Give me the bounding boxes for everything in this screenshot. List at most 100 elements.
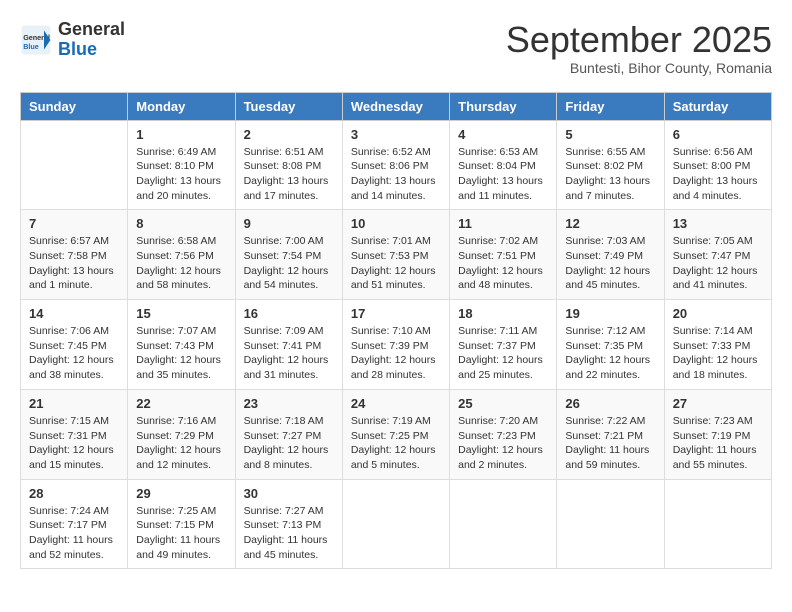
day-number: 6 xyxy=(673,127,763,142)
day-info: Sunrise: 7:19 AM Sunset: 7:25 PM Dayligh… xyxy=(351,414,441,473)
title-block: September 2025 Buntesti, Bihor County, R… xyxy=(506,20,772,76)
day-number: 13 xyxy=(673,216,763,231)
calendar-cell: 25 Sunrise: 7:20 AM Sunset: 7:23 PM Dayli… xyxy=(450,389,557,479)
day-number: 15 xyxy=(136,306,226,321)
calendar-cell: 27 Sunrise: 7:23 AM Sunset: 7:19 PM Dayli… xyxy=(664,389,771,479)
calendar-cell xyxy=(450,479,557,569)
day-info: Sunrise: 7:03 AM Sunset: 7:49 PM Dayligh… xyxy=(565,234,655,293)
calendar-header-sunday: Sunday xyxy=(21,92,128,120)
day-number: 18 xyxy=(458,306,548,321)
calendar-body: 1 Sunrise: 6:49 AM Sunset: 8:10 PM Daylig… xyxy=(21,120,772,569)
calendar-cell: 20Sunrise: 7:14 AM Sunset: 7:33 PM Dayli… xyxy=(664,300,771,390)
day-number: 17 xyxy=(351,306,441,321)
day-info: Sunrise: 7:20 AM Sunset: 7:23 PM Dayligh… xyxy=(458,414,548,473)
day-info: Sunrise: 7:00 AM Sunset: 7:54 PM Dayligh… xyxy=(244,234,334,293)
calendar-cell: 22 Sunrise: 7:16 AM Sunset: 7:29 PM Dayli… xyxy=(128,389,235,479)
day-info: Sunrise: 7:23 AM Sunset: 7:19 PM Dayligh… xyxy=(673,414,763,473)
day-number: 29 xyxy=(136,486,226,501)
day-info: Sunrise: 7:24 AM Sunset: 7:17 PM Dayligh… xyxy=(29,504,119,563)
calendar-cell: 3Sunrise: 6:52 AM Sunset: 8:06 PM Daylig… xyxy=(342,120,449,210)
day-number: 1 xyxy=(136,127,226,142)
day-number: 21 xyxy=(29,396,119,411)
calendar-header-thursday: Thursday xyxy=(450,92,557,120)
day-info: Sunrise: 7:16 AM Sunset: 7:29 PM Dayligh… xyxy=(136,414,226,473)
day-number: 9 xyxy=(244,216,334,231)
calendar-cell: 19Sunrise: 7:12 AM Sunset: 7:35 PM Dayli… xyxy=(557,300,664,390)
calendar-cell: 11 Sunrise: 7:02 AM Sunset: 7:51 PM Dayli… xyxy=(450,210,557,300)
day-info: Sunrise: 7:02 AM Sunset: 7:51 PM Dayligh… xyxy=(458,234,548,293)
day-number: 5 xyxy=(565,127,655,142)
calendar-cell: 8Sunrise: 6:58 AM Sunset: 7:56 PM Daylig… xyxy=(128,210,235,300)
calendar-cell: 26 Sunrise: 7:22 AM Sunset: 7:21 PM Dayli… xyxy=(557,389,664,479)
day-number: 10 xyxy=(351,216,441,231)
logo-text: General Blue xyxy=(58,20,125,60)
day-number: 25 xyxy=(458,396,548,411)
day-info: Sunrise: 7:07 AM Sunset: 7:43 PM Dayligh… xyxy=(136,324,226,383)
day-number: 30 xyxy=(244,486,334,501)
calendar-cell: 17 Sunrise: 7:10 AM Sunset: 7:39 PM Dayli… xyxy=(342,300,449,390)
day-number: 23 xyxy=(244,396,334,411)
calendar-cell xyxy=(342,479,449,569)
day-info: Sunrise: 7:15 AM Sunset: 7:31 PM Dayligh… xyxy=(29,414,119,473)
calendar-cell: 2 Sunrise: 6:51 AM Sunset: 8:08 PM Daylig… xyxy=(235,120,342,210)
day-info: Sunrise: 7:11 AM Sunset: 7:37 PM Dayligh… xyxy=(458,324,548,383)
day-number: 2 xyxy=(244,127,334,142)
day-info: Sunrise: 6:51 AM Sunset: 8:08 PM Dayligh… xyxy=(244,145,334,204)
day-info: Sunrise: 6:57 AM Sunset: 7:58 PM Dayligh… xyxy=(29,234,119,293)
day-info: Sunrise: 6:56 AM Sunset: 8:00 PM Dayligh… xyxy=(673,145,763,204)
calendar-week-1: 1 Sunrise: 6:49 AM Sunset: 8:10 PM Daylig… xyxy=(21,120,772,210)
calendar-cell: 21 Sunrise: 7:15 AM Sunset: 7:31 PM Dayli… xyxy=(21,389,128,479)
day-number: 24 xyxy=(351,396,441,411)
day-info: Sunrise: 7:06 AM Sunset: 7:45 PM Dayligh… xyxy=(29,324,119,383)
calendar-cell xyxy=(664,479,771,569)
calendar-header-tuesday: Tuesday xyxy=(235,92,342,120)
day-number: 22 xyxy=(136,396,226,411)
calendar-cell: 14Sunrise: 7:06 AM Sunset: 7:45 PM Dayli… xyxy=(21,300,128,390)
day-number: 26 xyxy=(565,396,655,411)
calendar-cell: 28 Sunrise: 7:24 AM Sunset: 7:17 PM Dayli… xyxy=(21,479,128,569)
day-number: 28 xyxy=(29,486,119,501)
day-info: Sunrise: 7:12 AM Sunset: 7:35 PM Dayligh… xyxy=(565,324,655,383)
calendar-header-wednesday: Wednesday xyxy=(342,92,449,120)
calendar-cell: 18 Sunrise: 7:11 AM Sunset: 7:37 PM Dayli… xyxy=(450,300,557,390)
day-number: 20 xyxy=(673,306,763,321)
day-number: 7 xyxy=(29,216,119,231)
day-info: Sunrise: 7:25 AM Sunset: 7:15 PM Dayligh… xyxy=(136,504,226,563)
logo-icon: General Blue xyxy=(20,24,52,56)
calendar-cell: 7 Sunrise: 6:57 AM Sunset: 7:58 PM Daylig… xyxy=(21,210,128,300)
day-info: Sunrise: 6:53 AM Sunset: 8:04 PM Dayligh… xyxy=(458,145,548,204)
calendar-header-monday: Monday xyxy=(128,92,235,120)
day-number: 12 xyxy=(565,216,655,231)
calendar-week-2: 7 Sunrise: 6:57 AM Sunset: 7:58 PM Daylig… xyxy=(21,210,772,300)
day-number: 16 xyxy=(244,306,334,321)
month-title: September 2025 xyxy=(506,20,772,60)
calendar-cell: 1 Sunrise: 6:49 AM Sunset: 8:10 PM Daylig… xyxy=(128,120,235,210)
svg-text:Blue: Blue xyxy=(23,42,39,51)
calendar-cell: 9 Sunrise: 7:00 AM Sunset: 7:54 PM Daylig… xyxy=(235,210,342,300)
day-info: Sunrise: 6:58 AM Sunset: 7:56 PM Dayligh… xyxy=(136,234,226,293)
day-info: Sunrise: 7:18 AM Sunset: 7:27 PM Dayligh… xyxy=(244,414,334,473)
calendar-cell: 12 Sunrise: 7:03 AM Sunset: 7:49 PM Dayli… xyxy=(557,210,664,300)
day-number: 4 xyxy=(458,127,548,142)
calendar-cell: 10Sunrise: 7:01 AM Sunset: 7:53 PM Dayli… xyxy=(342,210,449,300)
day-info: Sunrise: 7:09 AM Sunset: 7:41 PM Dayligh… xyxy=(244,324,334,383)
calendar-header-saturday: Saturday xyxy=(664,92,771,120)
calendar-cell: 15 Sunrise: 7:07 AM Sunset: 7:43 PM Dayli… xyxy=(128,300,235,390)
calendar-week-4: 21 Sunrise: 7:15 AM Sunset: 7:31 PM Dayli… xyxy=(21,389,772,479)
calendar-cell: 24 Sunrise: 7:19 AM Sunset: 7:25 PM Dayli… xyxy=(342,389,449,479)
day-info: Sunrise: 7:27 AM Sunset: 7:13 PM Dayligh… xyxy=(244,504,334,563)
day-number: 11 xyxy=(458,216,548,231)
day-info: Sunrise: 7:22 AM Sunset: 7:21 PM Dayligh… xyxy=(565,414,655,473)
location-subtitle: Buntesti, Bihor County, Romania xyxy=(506,60,772,76)
calendar-table: SundayMondayTuesdayWednesdayThursdayFrid… xyxy=(20,92,772,570)
calendar-cell: 6 Sunrise: 6:56 AM Sunset: 8:00 PM Daylig… xyxy=(664,120,771,210)
calendar-cell: 5Sunrise: 6:55 AM Sunset: 8:02 PM Daylig… xyxy=(557,120,664,210)
day-info: Sunrise: 7:10 AM Sunset: 7:39 PM Dayligh… xyxy=(351,324,441,383)
day-info: Sunrise: 6:49 AM Sunset: 8:10 PM Dayligh… xyxy=(136,145,226,204)
day-number: 27 xyxy=(673,396,763,411)
logo: General Blue General Blue xyxy=(20,20,125,60)
calendar-header-friday: Friday xyxy=(557,92,664,120)
day-info: Sunrise: 6:52 AM Sunset: 8:06 PM Dayligh… xyxy=(351,145,441,204)
day-info: Sunrise: 7:05 AM Sunset: 7:47 PM Dayligh… xyxy=(673,234,763,293)
calendar-cell xyxy=(21,120,128,210)
